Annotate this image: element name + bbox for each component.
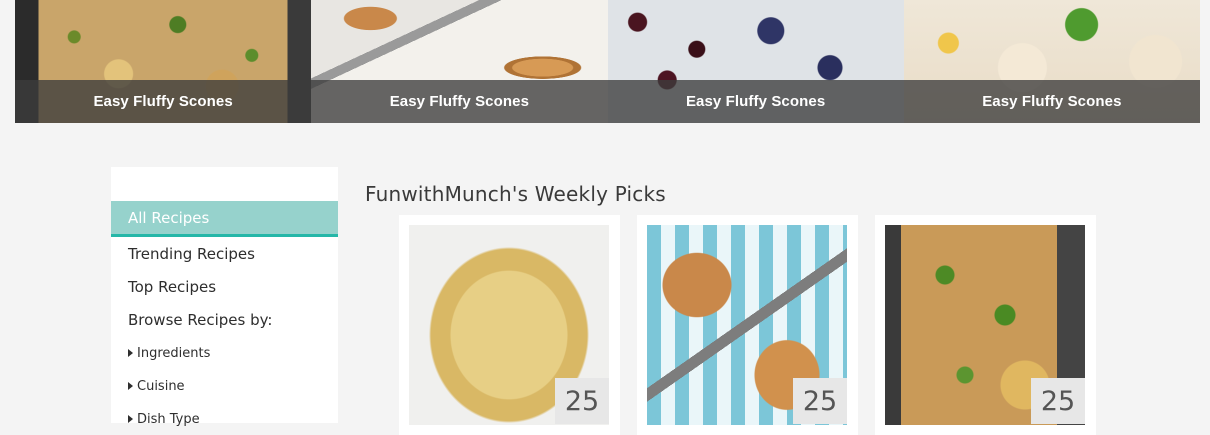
sidebar-item-label: Dish Type	[137, 412, 200, 427]
recipe-card[interactable]: 25	[399, 215, 620, 435]
sidebar-item-label: Cuisine	[137, 379, 185, 394]
caret-right-icon	[128, 414, 133, 423]
caret-right-icon	[128, 381, 133, 390]
sidebar-item-top-recipes[interactable]: Top Recipes	[111, 278, 338, 296]
sidebar-item-all-recipes[interactable]: All Recipes	[111, 201, 338, 237]
sidebar-item-label: Trending Recipes	[128, 245, 255, 263]
sidebar-heading-browse-by: Browse Recipes by:	[111, 311, 338, 329]
section-title: FunwithMunch's Weekly Picks	[365, 182, 666, 206]
carousel-slide[interactable]: Easy Fluffy Scones	[903, 0, 1200, 123]
recipe-card[interactable]: 25	[637, 215, 858, 435]
carousel-slide[interactable]: Easy Fluffy Scones	[311, 0, 608, 123]
sidebar-item-cuisine[interactable]: Cuisine	[111, 379, 338, 394]
recipe-count-badge: 25	[1031, 378, 1085, 424]
slide-caption[interactable]: Easy Fluffy Scones	[311, 80, 608, 123]
slide-caption[interactable]: Easy Fluffy Scones	[903, 80, 1200, 123]
recipe-count-badge: 25	[555, 378, 609, 424]
recipe-carousel: Easy Fluffy Scones Easy Fluffy Scones Ea…	[15, 0, 1200, 123]
caret-right-icon	[128, 348, 133, 357]
sidebar-item-dish-type[interactable]: Dish Type	[111, 412, 338, 427]
recipe-count-badge: 25	[793, 378, 847, 424]
slide-caption[interactable]: Easy Fluffy Scones	[607, 80, 904, 123]
sidebar-item-trending-recipes[interactable]: Trending Recipes	[111, 245, 338, 263]
slide-caption[interactable]: Easy Fluffy Scones	[15, 80, 312, 123]
recipe-sidebar: All Recipes Trending Recipes Top Recipes…	[111, 167, 338, 427]
sidebar-item-label: Ingredients	[137, 346, 211, 361]
sidebar-item-label: Top Recipes	[128, 278, 217, 296]
sidebar-item-ingredients[interactable]: Ingredients	[111, 346, 338, 361]
recipe-card[interactable]: 25	[875, 215, 1096, 435]
sidebar-item-label: All Recipes	[128, 208, 210, 227]
carousel-slide[interactable]: Easy Fluffy Scones	[607, 0, 904, 123]
sidebar-item-label: Browse Recipes by:	[128, 311, 273, 329]
carousel-slide[interactable]: Easy Fluffy Scones	[15, 0, 312, 123]
